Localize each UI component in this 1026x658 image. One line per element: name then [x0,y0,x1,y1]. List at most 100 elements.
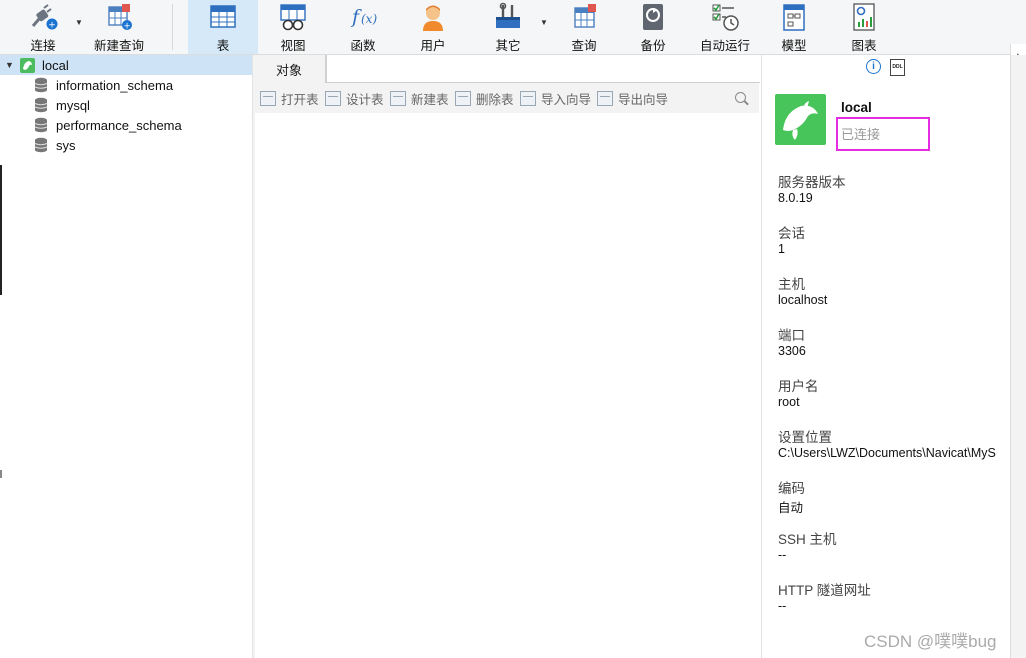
toolbar-separator [172,4,173,50]
settings-location-label: 设置位置 [778,430,832,445]
tab-objects-label: 对象 [275,62,302,78]
window-edge-marker [0,470,2,478]
model-button[interactable]: 模型 [771,0,817,54]
port-value: 3306 [778,344,806,358]
tree-connection-local[interactable]: ▼ local [0,55,252,75]
host-value: localhost [778,293,828,307]
charts-button[interactable]: 图表 [841,0,887,54]
database-name: performance_schema [56,117,182,133]
table-icon [208,2,238,32]
watermark: CSDN @噗噗bug [864,632,997,651]
host-label: 主机 [778,277,805,292]
tree-database-item[interactable]: performance_schema [0,115,252,135]
ssh-host-value: -- [778,548,787,562]
new-query-label: 新建查询 [93,39,144,53]
auto-run-label: 自动运行 [699,39,750,53]
connect-label: 连接 [30,39,56,53]
backup-icon [638,2,668,32]
sessions-value: 1 [778,242,785,256]
open-table-button[interactable]: 打开表 [260,89,319,107]
encoding-value: 自动 [778,501,804,515]
others-button[interactable]: 其它 [485,0,531,54]
delete-table-label: 删除表 [476,92,514,107]
views-button[interactable]: 视图 [270,0,316,54]
info-icon[interactable]: i [866,59,881,74]
import-wizard-icon [520,90,536,106]
new-table-icon [390,90,406,106]
settings-location-value: C:\Users\LWZ\Documents\Navicat\MyS [778,446,996,460]
import-wizard-label: 导入向导 [541,92,592,107]
database-icon [34,137,48,153]
model-label: 模型 [781,39,807,53]
open-table-icon [260,90,276,106]
tree-database-item[interactable]: mysql [0,95,252,115]
view-icon [278,2,308,32]
new-query-button[interactable]: + 新建查询 [92,0,146,54]
new-query-icon: + [104,2,134,32]
object-list-area[interactable] [255,113,759,658]
export-wizard-label: 导出向导 [618,92,669,107]
ddl-icon[interactable]: DDL [890,59,905,76]
new-table-button[interactable]: 新建表 [390,89,449,107]
mysql-connection-icon [20,57,35,73]
open-table-label: 打开表 [281,92,319,107]
server-version-label: 服务器版本 [778,175,846,190]
design-table-button[interactable]: 设计表 [325,89,384,107]
window-edge-marker [0,165,2,295]
username-label: 用户名 [778,379,819,394]
backup-button[interactable]: 备份 [630,0,676,54]
functions-button[interactable]: f (x) 函数 [340,0,386,54]
delete-table-button[interactable]: 删除表 [455,89,514,107]
delete-table-icon [455,90,471,106]
others-label: 其它 [495,39,521,53]
mysql-dolphin-logo [775,94,826,145]
charts-label: 图表 [851,39,877,53]
connect-dropdown-caret-icon[interactable]: ▼ [75,18,83,27]
object-toolbar: 打开表 设计表 新建表 删除表 导入向导 导出向导 [253,85,759,111]
connection-status: 已连接 [841,127,881,142]
tables-button[interactable]: 表 [188,0,258,54]
http-tunnel-label: HTTP 隧道网址 [778,583,871,598]
tree-database-item[interactable]: sys [0,135,252,155]
export-wizard-icon [597,90,613,106]
design-table-label: 设计表 [346,92,384,107]
navigation-pane: ▼ local information_schema mysql perform… [0,55,253,658]
encoding-label: 编码 [778,481,805,496]
object-pane: 对象 打开表 设计表 新建表 删除表 导入向导 导出向导 [253,55,760,658]
svg-text:+: + [123,22,130,32]
expand-arrow-icon[interactable]: ▼ [5,60,14,70]
auto-run-icon [710,2,740,32]
import-wizard-button[interactable]: 导入向导 [520,89,591,107]
connection-title: local [841,100,872,115]
connection-name: local [42,57,69,73]
chart-icon [849,2,879,32]
main-toolbar: + 连接 ▼ + 新建查询 表 视图 f (x) 函数 用户 其它 ▼ 查询 备… [0,0,1026,55]
http-tunnel-value: -- [778,599,787,613]
database-icon [34,97,48,113]
tab-objects[interactable]: 对象 [253,55,326,83]
queries-button[interactable]: 查询 [561,0,607,54]
export-wizard-button[interactable]: 导出向导 [597,89,668,107]
others-dropdown-caret-icon[interactable]: ▼ [540,18,548,27]
backup-label: 备份 [640,39,666,53]
tab-bar: 对象 [253,55,760,83]
users-label: 用户 [420,39,446,53]
queries-label: 查询 [571,39,597,53]
auto-run-button[interactable]: 自动运行 [698,0,752,54]
plug-icon: + [28,2,58,32]
search-icon[interactable] [735,92,746,103]
tables-label: 表 [216,39,230,53]
design-table-icon [325,90,341,106]
svg-text:(x): (x) [361,12,377,26]
database-name: sys [56,137,76,153]
tree-database-item[interactable]: information_schema [0,75,252,95]
functions-label: 函数 [350,39,376,53]
database-icon [34,77,48,93]
connect-button[interactable]: + 连接 [20,0,66,54]
database-icon [34,117,48,133]
users-button[interactable]: 用户 [410,0,456,54]
server-version-value: 8.0.19 [778,191,813,205]
tab-bar-empty-area [326,55,760,83]
database-name: information_schema [56,77,174,93]
query-icon [569,2,599,32]
